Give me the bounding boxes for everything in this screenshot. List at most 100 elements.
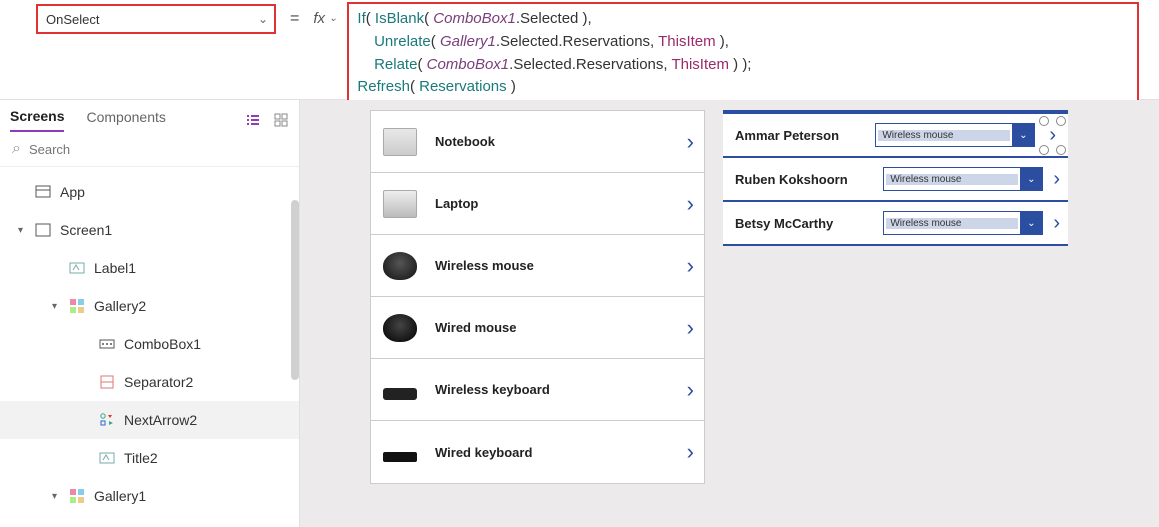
selection-handle[interactable] (1039, 145, 1049, 155)
product-image (383, 190, 417, 218)
tree-node[interactable]: App (0, 173, 299, 211)
combobox[interactable]: Wireless mouse⌄ (875, 123, 1035, 147)
tree-node-label: Gallery2 (94, 298, 146, 314)
search-icon: ⌕ (12, 140, 21, 158)
app-icon (32, 183, 54, 201)
caret-icon[interactable]: ▾ (52, 301, 66, 312)
next-arrow-wrap: › (1053, 212, 1060, 235)
product-image (383, 314, 417, 342)
tab-screens[interactable]: Screens (10, 108, 64, 132)
tree-node-label: NextArrow2 (124, 412, 197, 428)
caret-icon[interactable]: ▾ (18, 225, 32, 236)
label-icon (96, 449, 118, 467)
tree-node[interactable]: ▾ Gallery2 (0, 287, 299, 325)
equals-label: = (290, 10, 299, 28)
gallery1-row[interactable]: Laptop› (371, 173, 704, 235)
person-name: Betsy McCarthy (735, 216, 873, 231)
product-image (383, 128, 417, 156)
gallery1-row[interactable]: Wired keyboard› (371, 421, 704, 483)
selection-handle[interactable] (1056, 145, 1066, 155)
tree-node[interactable]: ▾ Screen1 (0, 211, 299, 249)
gallery-icon (66, 297, 88, 315)
chevron-right-icon[interactable]: › (687, 377, 694, 403)
chevron-down-icon: ⌄ (329, 13, 337, 24)
gallery2-wrap: Ammar PetersonWireless mouse⌄›Ruben Koks… (723, 110, 1068, 246)
gallery1-label: Wired mouse (435, 320, 687, 335)
gallery1-row[interactable]: Wireless keyboard› (371, 359, 704, 421)
arrowicons-icon (96, 411, 118, 429)
gallery1[interactable]: Notebook›Laptop›Wireless mouse›Wired mou… (370, 110, 705, 484)
selection-handle[interactable] (1039, 116, 1049, 126)
tree-node[interactable]: ▾Gallery1 (0, 477, 299, 514)
tree-panel: Screens Components ⌕ App▾Screen1Label1▾G… (0, 100, 300, 527)
tree-grid-icon[interactable] (273, 112, 289, 128)
gallery1-label: Wireless keyboard (435, 382, 687, 397)
app-canvas: Notebook›Laptop›Wireless mouse›Wired mou… (300, 100, 1159, 527)
combobox-value: Wireless mouse (878, 130, 1010, 141)
tree-node[interactable]: Label1 (0, 249, 299, 287)
chevron-right-icon[interactable]: › (687, 315, 694, 341)
search-input[interactable] (29, 142, 287, 157)
gallery1-row[interactable]: Notebook› (371, 111, 704, 173)
chevron-right-icon[interactable]: › (687, 253, 694, 279)
tree-search-row: ⌕ (0, 132, 299, 167)
caret-icon[interactable]: ▾ (52, 491, 66, 502)
property-dropdown-value: OnSelect (46, 12, 99, 27)
tree-node[interactable]: Title2 (0, 439, 299, 477)
fx-label[interactable]: fx ⌄ (313, 10, 337, 27)
formula-input[interactable]: If( IsBlank( ComboBox1.Selected ), Unrel… (347, 2, 1139, 105)
label-icon (66, 259, 88, 277)
gallery2-row[interactable]: Betsy McCarthy Wireless mouse⌄ › (723, 202, 1068, 246)
gallery1-label: Laptop (435, 196, 687, 211)
chevron-right-icon[interactable]: › (687, 129, 694, 155)
tree-node-label: App (60, 184, 85, 200)
next-arrow-wrap: › (1053, 168, 1060, 191)
chevron-right-icon[interactable]: › (687, 191, 694, 217)
person-name: Ammar Peterson (735, 128, 865, 143)
combobox-value: Wireless mouse (886, 174, 1018, 185)
screen-icon (32, 221, 54, 239)
chevron-right-icon[interactable]: › (1053, 168, 1060, 191)
gallery1-label: Wired keyboard (435, 445, 687, 460)
chevron-right-icon[interactable]: › (1053, 212, 1060, 235)
gallery1-label: Wireless mouse (435, 258, 687, 273)
gallery1-row[interactable]: Wireless mouse› (371, 235, 704, 297)
combobox-value: Wireless mouse (886, 218, 1018, 229)
chevron-right-icon[interactable]: › (687, 439, 694, 465)
tree-tools (245, 112, 289, 128)
gallery1-row[interactable]: Wired mouse› (371, 297, 704, 359)
chevron-down-icon[interactable]: ⌄ (1020, 212, 1042, 234)
tree-node-label: Screen1 (60, 222, 112, 238)
main-area: Screens Components ⌕ App▾Screen1Label1▾G… (0, 100, 1159, 527)
tab-components[interactable]: Components (86, 109, 165, 131)
next-arrow-selected: › (1045, 122, 1060, 149)
combobox[interactable]: Wireless mouse⌄ (883, 167, 1043, 191)
gallery2-row[interactable]: Ruben Kokshoorn Wireless mouse⌄ › (723, 158, 1068, 202)
property-dropdown[interactable]: OnSelect ⌄ (36, 4, 276, 34)
sep-icon (96, 373, 118, 391)
gallery2[interactable]: Ammar PetersonWireless mouse⌄›Ruben Koks… (723, 114, 1068, 246)
product-image (383, 452, 417, 462)
combo-icon (96, 335, 118, 353)
gallery1-label: Notebook (435, 134, 687, 149)
gallery-icon (66, 487, 88, 505)
scrollbar-thumb[interactable] (291, 200, 299, 380)
tree-node-label: Title2 (124, 450, 158, 466)
person-name: Ruben Kokshoorn (735, 172, 873, 187)
tree-node[interactable]: NextArrow2 (0, 401, 299, 439)
tree-tabs: Screens Components (0, 100, 299, 132)
gallery2-row[interactable]: Ammar Peterson Wireless mouse⌄ › (723, 114, 1068, 158)
tree-node[interactable]: ComboBox1 (0, 325, 299, 363)
chevron-down-icon[interactable]: ⌄ (1012, 124, 1034, 146)
formula-bar: OnSelect ⌄ = fx ⌄ If( IsBlank( ComboBox1… (0, 0, 1159, 100)
tree-list-icon[interactable] (245, 112, 261, 128)
tree-node-label: Separator2 (124, 374, 193, 390)
chevron-down-icon[interactable]: ⌄ (1020, 168, 1042, 190)
selection-handle[interactable] (1056, 116, 1066, 126)
chevron-down-icon: ⌄ (258, 12, 268, 26)
tree-node[interactable]: Separator2 (0, 363, 299, 401)
combobox[interactable]: Wireless mouse⌄ (883, 211, 1043, 235)
chevron-right-icon[interactable]: › (1049, 124, 1056, 147)
fx-text: fx (313, 10, 325, 27)
product-image (383, 252, 417, 280)
